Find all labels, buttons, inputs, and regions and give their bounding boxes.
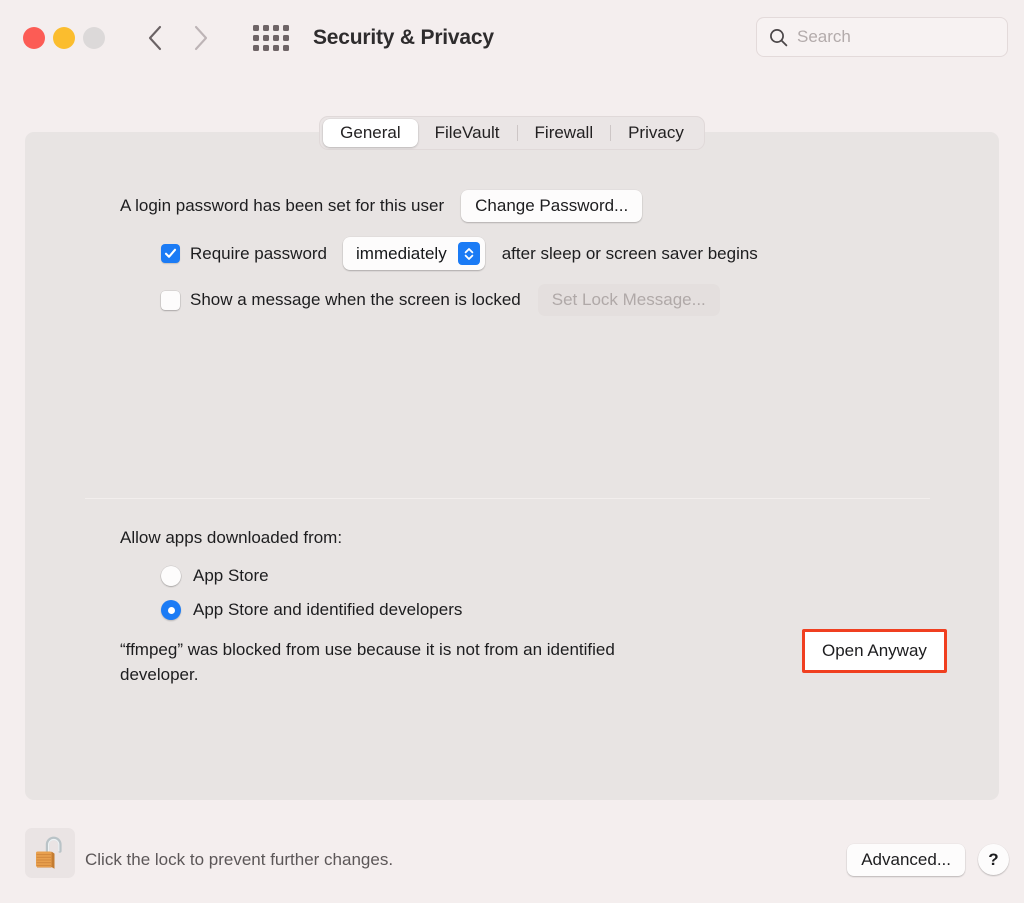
- close-window-button[interactable]: [23, 26, 45, 49]
- show-lock-message-label: Show a message when the screen is locked: [190, 290, 521, 309]
- general-settings-panel: A login password has been set for this u…: [25, 132, 999, 800]
- tab-firewall[interactable]: Firewall: [518, 119, 611, 147]
- grid-dot: [273, 24, 279, 31]
- forward-button[interactable]: [188, 21, 214, 55]
- gatekeeper-option-identified-developers[interactable]: App Store and identified developers: [161, 600, 462, 620]
- require-password-checkbox[interactable]: [161, 244, 180, 263]
- lock-status-note: Click the lock to prevent further change…: [85, 850, 394, 869]
- login-password-status: A login password has been set for this u…: [120, 196, 445, 215]
- grid-dot: [283, 24, 289, 31]
- open-anyway-highlight: Open Anyway: [802, 629, 947, 673]
- grid-dot: [263, 44, 269, 51]
- zoom-window-button[interactable]: [83, 26, 105, 49]
- grid-dot: [273, 34, 279, 41]
- show-lock-message-checkbox[interactable]: [161, 290, 180, 310]
- require-password-row: Require password immediately after sleep…: [161, 237, 758, 270]
- minimize-window-button[interactable]: [53, 26, 75, 49]
- window-title: Security & Privacy: [313, 25, 494, 49]
- radio-identified-developers[interactable]: [161, 600, 181, 620]
- grid-dot: [253, 44, 259, 51]
- radio-app-store[interactable]: [161, 566, 181, 586]
- grid-dot: [283, 44, 289, 51]
- back-button[interactable]: [142, 21, 168, 55]
- traffic-lights: [23, 26, 105, 49]
- help-button[interactable]: ?: [978, 844, 1009, 875]
- navigation-arrows: [142, 21, 214, 55]
- lock-toggle-button[interactable]: [25, 828, 75, 878]
- require-password-delay-select[interactable]: immediately: [343, 237, 485, 270]
- tab-privacy[interactable]: Privacy: [611, 119, 701, 147]
- radio-app-store-label: App Store: [193, 566, 269, 585]
- checkmark-icon: [164, 248, 177, 258]
- footer-bar: Click the lock to prevent further change…: [0, 800, 1024, 903]
- show-all-grid-icon[interactable]: [253, 24, 289, 51]
- radio-dot: [167, 606, 175, 614]
- radio-identified-developers-label: App Store and identified developers: [193, 600, 463, 619]
- window-toolbar: Security & Privacy: [0, 0, 1024, 75]
- search-input[interactable]: [797, 27, 995, 47]
- grid-dot: [263, 24, 269, 31]
- tab-general[interactable]: General: [323, 119, 418, 147]
- login-password-row: A login password has been set for this u…: [120, 190, 643, 222]
- advanced-button[interactable]: Advanced...: [847, 844, 965, 876]
- gatekeeper-option-app-store[interactable]: App Store: [161, 566, 269, 586]
- gatekeeper-heading: Allow apps downloaded from:: [120, 528, 343, 547]
- grid-dot: [253, 24, 259, 31]
- lock-message-row: Show a message when the screen is locked…: [161, 284, 720, 316]
- grid-dot: [253, 34, 259, 41]
- require-password-delay-value: immediately: [356, 243, 447, 263]
- tab-bar: General FileVault Firewall Privacy: [0, 116, 1024, 150]
- grid-dot: [283, 34, 289, 41]
- search-field[interactable]: [756, 17, 1008, 57]
- chevron-updown-icon: [457, 242, 480, 265]
- grid-dot: [273, 44, 279, 51]
- require-password-suffix: after sleep or screen saver begins: [501, 243, 758, 263]
- open-anyway-button[interactable]: Open Anyway: [809, 636, 940, 666]
- tab-filevault[interactable]: FileVault: [418, 119, 517, 147]
- blocked-app-message: “ffmpeg” was blocked from use because it…: [120, 640, 615, 684]
- require-password-label: Require password: [190, 243, 328, 263]
- grid-dot: [263, 34, 269, 41]
- unlocked-padlock-icon: [36, 836, 62, 869]
- gatekeeper-heading-row: Allow apps downloaded from:: [120, 528, 342, 548]
- set-lock-message-button[interactable]: Set Lock Message...: [537, 284, 720, 316]
- section-divider: [85, 498, 930, 499]
- change-password-button[interactable]: Change Password...: [461, 190, 643, 222]
- search-icon: [770, 28, 788, 46]
